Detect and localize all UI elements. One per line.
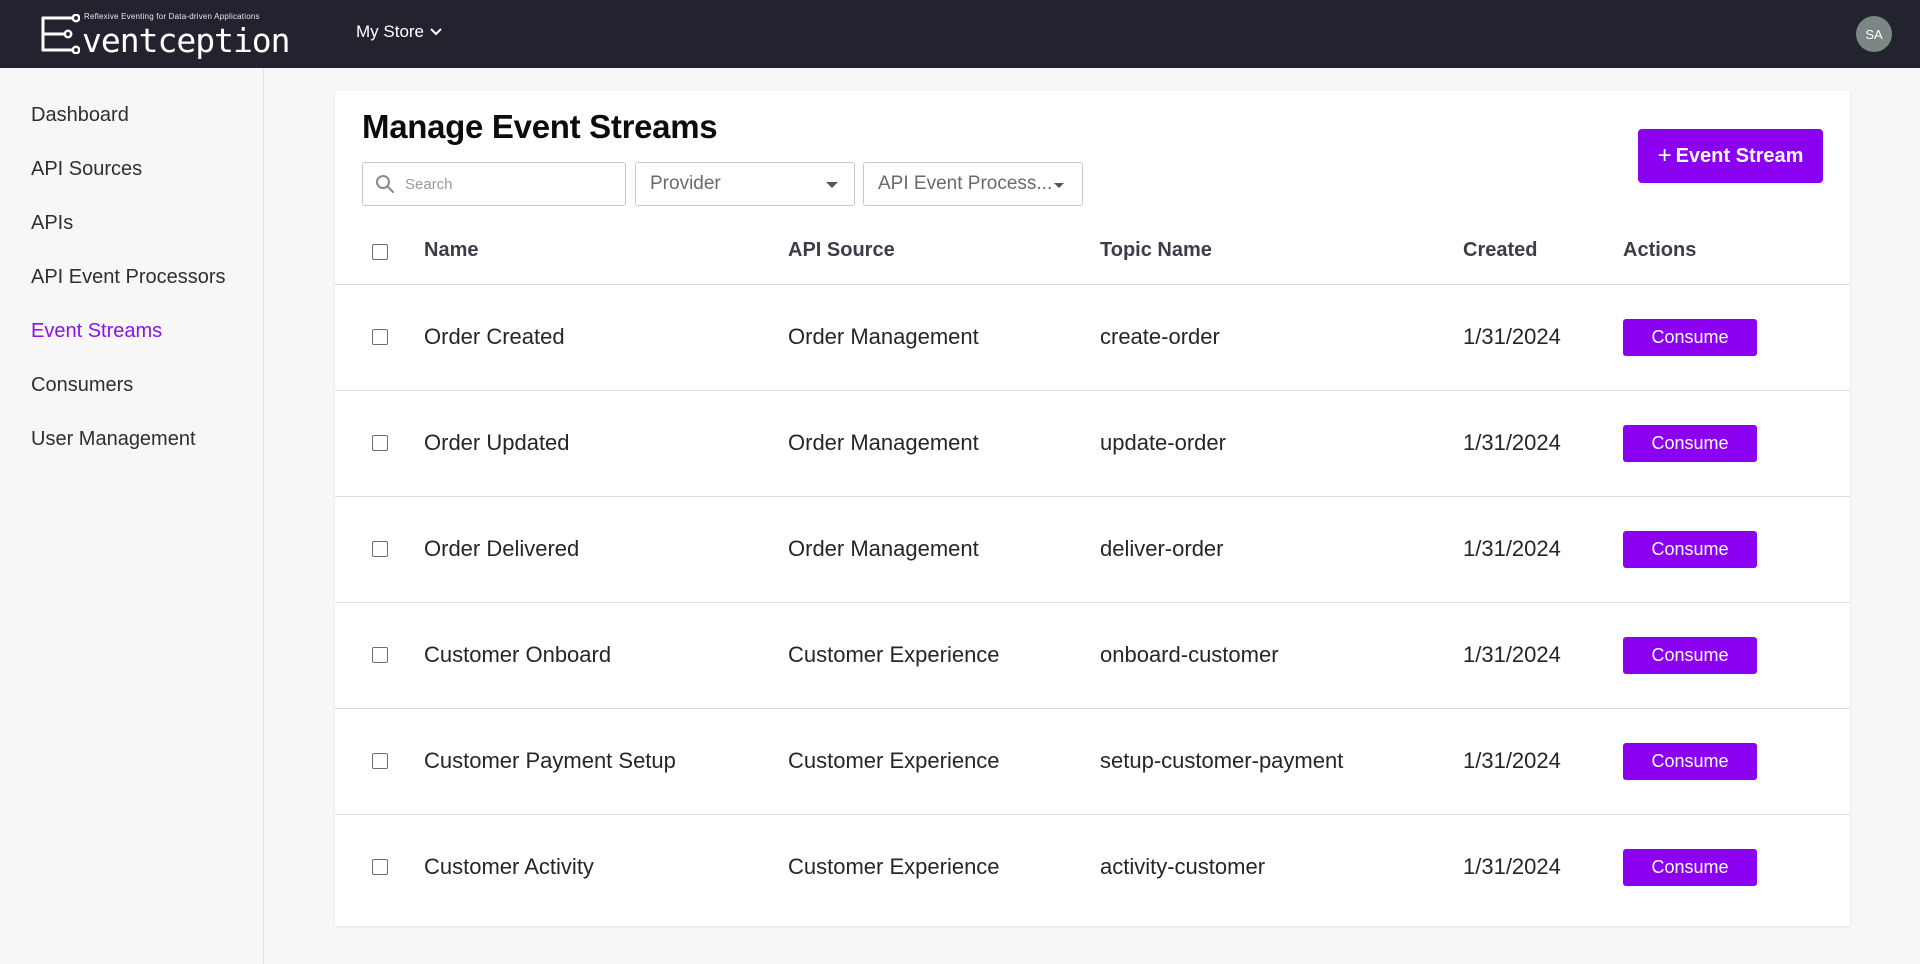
row-api-source: Customer Experience: [788, 854, 1000, 879]
eventception-logo[interactable]: Reflexive Eventing for Data-driven Appli…: [38, 10, 298, 60]
row-checkbox[interactable]: [372, 859, 388, 875]
row-checkbox[interactable]: [372, 753, 388, 769]
caret-down-icon: [826, 182, 838, 188]
table-row: Order Updated Order Management update-or…: [335, 391, 1850, 497]
row-created: 1/31/2024: [1463, 748, 1561, 773]
logo-circuit-icon: [41, 14, 80, 54]
processor-filter-select[interactable]: API Event Process...: [863, 162, 1083, 206]
search-field[interactable]: [362, 162, 626, 206]
row-name: Order Delivered: [424, 536, 580, 561]
add-event-stream-button[interactable]: + Event Stream: [1638, 129, 1823, 183]
row-topic-name: setup-customer-payment: [1100, 748, 1344, 773]
row-name: Order Created: [424, 324, 565, 349]
consume-button[interactable]: Consume: [1623, 849, 1757, 886]
column-header-api-source[interactable]: API Source: [788, 239, 895, 262]
table-row: Order Delivered Order Management deliver…: [335, 497, 1850, 603]
row-name: Customer Payment Setup: [424, 748, 676, 773]
user-avatar[interactable]: SA: [1856, 16, 1892, 52]
sidebar-item-user-management[interactable]: User Management: [0, 426, 263, 480]
column-header-name[interactable]: Name: [424, 239, 478, 262]
row-name: Order Updated: [424, 430, 570, 455]
consume-button[interactable]: Consume: [1623, 425, 1757, 462]
row-checkbox[interactable]: [372, 435, 388, 451]
logo-wordmark: ventception: [82, 21, 291, 60]
search-icon: [376, 175, 394, 193]
row-topic-name: activity-customer: [1100, 854, 1266, 879]
search-input[interactable]: [405, 175, 605, 193]
row-created: 1/31/2024: [1463, 536, 1561, 561]
consume-button[interactable]: Consume: [1623, 637, 1757, 674]
avatar-initials: SA: [1865, 26, 1883, 42]
row-name: Customer Onboard: [424, 642, 612, 667]
logo-tagline: Reflexive Eventing for Data-driven Appli…: [84, 12, 260, 21]
row-created: 1/31/2024: [1463, 324, 1561, 349]
row-api-source: Order Management: [788, 536, 979, 561]
table-row: Customer Onboard Customer Experience onb…: [335, 603, 1850, 709]
event-streams-table: Name API Source Topic Name Created Actio…: [335, 220, 1850, 921]
table-row: Customer Payment Setup Customer Experien…: [335, 709, 1850, 815]
row-api-source: Customer Experience: [788, 642, 1000, 667]
sidebar-item-consumers[interactable]: Consumers: [0, 372, 263, 426]
top-bar: Reflexive Eventing for Data-driven Appli…: [0, 0, 1920, 68]
event-streams-panel: Manage Event Streams + Event Stream Prov…: [335, 91, 1850, 926]
row-topic-name: onboard-customer: [1100, 642, 1279, 667]
row-api-source: Order Management: [788, 324, 979, 349]
sidebar-item-event-streams[interactable]: Event Streams: [0, 318, 263, 372]
chevron-down-icon: [430, 28, 442, 36]
plus-icon: +: [1657, 142, 1672, 169]
column-header-actions: Actions: [1623, 239, 1697, 261]
processor-filter-value: API Event Process...: [878, 173, 1053, 194]
row-created: 1/31/2024: [1463, 430, 1561, 455]
row-topic-name: deliver-order: [1100, 536, 1224, 561]
caret-down-icon: [1054, 183, 1064, 188]
consume-button[interactable]: Consume: [1623, 319, 1757, 356]
store-selector[interactable]: My Store: [356, 22, 442, 42]
row-checkbox[interactable]: [372, 647, 388, 663]
row-topic-name: create-order: [1100, 324, 1220, 349]
row-api-source: Customer Experience: [788, 748, 1000, 773]
sidebar-item-dashboard[interactable]: Dashboard: [0, 102, 263, 156]
sidebar-item-apis[interactable]: APIs: [0, 210, 263, 264]
page-title: Manage Event Streams: [362, 108, 718, 145]
provider-filter-value: Provider: [650, 173, 721, 194]
sidebar-item-api-sources[interactable]: API Sources: [0, 156, 263, 210]
row-created: 1/31/2024: [1463, 642, 1561, 667]
row-api-source: Order Management: [788, 430, 979, 455]
add-event-stream-label: Event Stream: [1675, 144, 1804, 167]
row-checkbox[interactable]: [372, 329, 388, 345]
select-all-checkbox[interactable]: [372, 244, 388, 260]
provider-filter-select[interactable]: Provider: [635, 162, 855, 206]
store-selector-label: My Store: [356, 22, 425, 41]
table-row: Order Created Order Management create-or…: [335, 285, 1850, 391]
consume-button[interactable]: Consume: [1623, 743, 1757, 780]
sidebar-nav: Dashboard API Sources APIs API Event Pro…: [0, 68, 264, 964]
row-topic-name: update-order: [1100, 430, 1226, 455]
table-header: Name API Source Topic Name Created Actio…: [335, 220, 1850, 285]
consume-button[interactable]: Consume: [1623, 531, 1757, 568]
row-checkbox[interactable]: [372, 541, 388, 557]
table-row: Customer Activity Customer Experience ac…: [335, 815, 1850, 921]
row-name: Customer Activity: [424, 854, 594, 879]
column-header-created[interactable]: Created: [1463, 239, 1537, 262]
row-created: 1/31/2024: [1463, 854, 1561, 879]
column-header-topic-name[interactable]: Topic Name: [1100, 239, 1212, 262]
sidebar-item-api-event-processors[interactable]: API Event Processors: [0, 264, 263, 318]
